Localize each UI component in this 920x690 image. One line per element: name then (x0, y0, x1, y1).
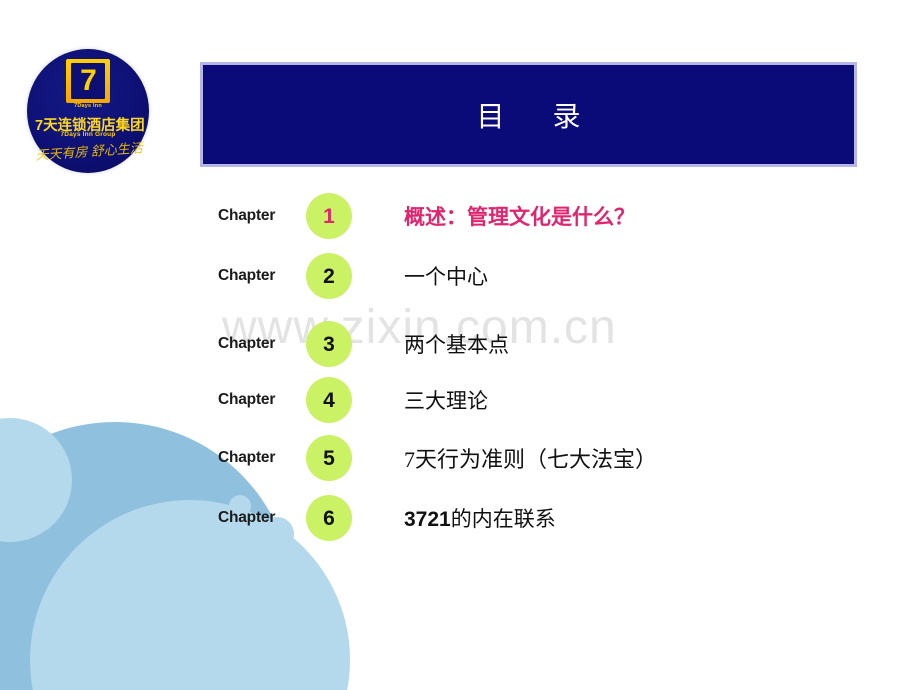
toc-row-3[interactable]: Chapter 3 两个基本点 (218, 316, 509, 372)
chapter-bullet-2: 2 (306, 253, 352, 299)
table-of-contents: Chapter 1 概述：管理文化是什么？ Chapter 2 一个中心 Cha… (0, 0, 920, 690)
chapter-number-2: 2 (323, 264, 335, 288)
chapter-title-5[interactable]: 7天行为准则（七大法宝） (404, 442, 657, 474)
chapter-bullet-1: 1 (306, 193, 352, 239)
toc-row-2[interactable]: Chapter 2 一个中心 (218, 248, 488, 304)
chapter-title-2[interactable]: 一个中心 (404, 261, 488, 291)
chapter-title-4[interactable]: 三大理论 (404, 385, 488, 415)
chapter-label-6: Chapter (218, 509, 276, 526)
chapter-number-4: 4 (323, 388, 335, 412)
chapter-title-3[interactable]: 两个基本点 (404, 329, 509, 359)
chapter-number-6: 6 (323, 506, 335, 530)
chapter-bullet-6: 6 (306, 495, 352, 541)
toc-row-5[interactable]: Chapter 5 7天行为准则（七大法宝） (218, 430, 657, 486)
chapter-label-3: Chapter (218, 335, 276, 352)
chapter-title-6[interactable]: 3721的内在联系 (404, 503, 556, 533)
slide-canvas: www.zixin.com.cn 7 7Days Inn 7天连锁酒店集团 7D… (0, 0, 920, 690)
chapter-label-2: Chapter (218, 267, 276, 284)
toc-row-4[interactable]: Chapter 4 三大理论 (218, 372, 488, 428)
toc-row-1[interactable]: Chapter 1 概述：管理文化是什么？ (218, 188, 635, 244)
chapter-label-4: Chapter (218, 391, 276, 408)
chapter-number-3: 3 (323, 332, 335, 356)
chapter-bullet-4: 4 (306, 377, 352, 423)
chapter-label-5: Chapter (218, 449, 276, 466)
toc-row-6[interactable]: Chapter 6 3721的内在联系 (218, 490, 556, 546)
chapter-number-5: 5 (323, 446, 335, 470)
chapter-number-1: 1 (323, 204, 335, 228)
chapter-bullet-5: 5 (306, 435, 352, 481)
chapter-title-1[interactable]: 概述：管理文化是什么？ (404, 201, 635, 231)
chapter-bullet-3: 3 (306, 321, 352, 367)
chapter-label-1: Chapter (218, 207, 276, 224)
